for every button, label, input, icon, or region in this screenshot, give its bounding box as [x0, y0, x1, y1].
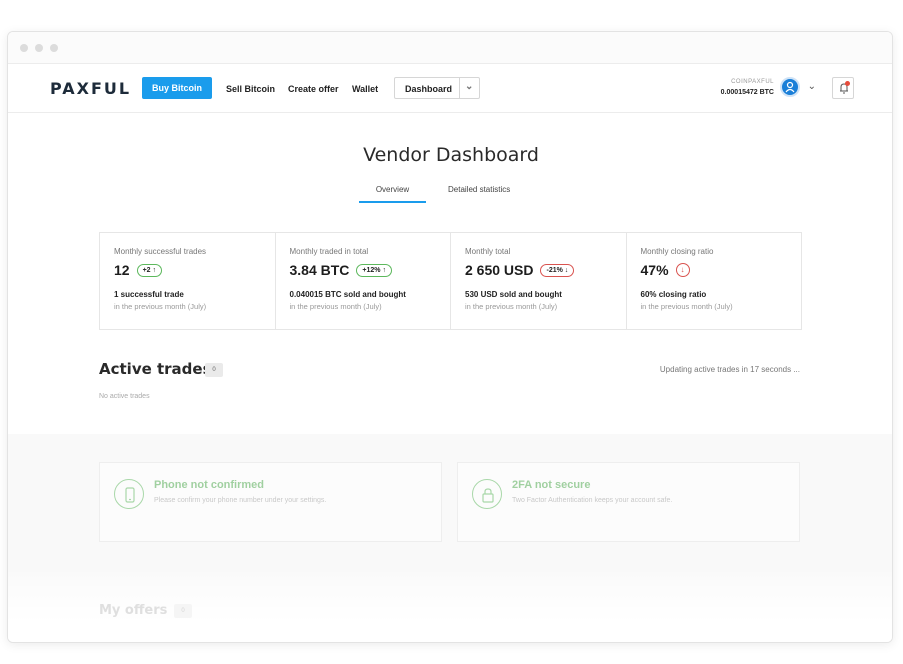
dropdown-divider [459, 78, 460, 98]
page-title: Vendor Dashboard [363, 144, 539, 166]
my-offers-title: My offers [99, 603, 168, 618]
stat-period: in the previous month (July) [289, 302, 382, 311]
card-description: Please confirm your phone number under y… [154, 497, 327, 504]
stat-value-text: 47% [640, 262, 669, 278]
chevron-down-icon: ⌄ [465, 81, 474, 92]
stat-previous: 530 USD sold and bought [465, 290, 562, 299]
stat-label: Monthly traded in total [289, 247, 369, 256]
stats-panel: Monthly successful trades 12 +2 ↑ 1 succ… [99, 232, 802, 330]
create-offer-link[interactable]: Create offer [288, 84, 339, 94]
stat-previous: 0.040015 BTC sold and bought [289, 290, 406, 299]
window-dot-icon[interactable] [20, 44, 28, 52]
notifications-button[interactable] [832, 77, 854, 99]
user-avatar[interactable] [780, 77, 800, 97]
empty-state-text: No active trades [99, 393, 150, 400]
stat-previous: 60% closing ratio [640, 290, 707, 299]
change-badge: -21% ↓ [540, 263, 575, 277]
stat-card: Monthly successful trades 12 +2 ↑ 1 succ… [100, 233, 276, 329]
my-offers-count: 0 [174, 604, 192, 618]
browser-window: PAXFUL Buy Bitcoin Sell Bitcoin Create o… [7, 31, 893, 643]
sell-bitcoin-link[interactable]: Sell Bitcoin [226, 84, 275, 94]
stat-label: Monthly successful trades [114, 247, 207, 256]
2fa-warning-card[interactable]: 2FA not secure Two Factor Authentication… [457, 462, 800, 542]
tab-overview[interactable]: Overview [359, 185, 426, 203]
stat-period: in the previous month (July) [640, 302, 733, 311]
update-countdown: Updating active trades in 17 seconds ... [659, 365, 800, 374]
stat-label: Monthly closing ratio [640, 247, 714, 256]
stat-label: Monthly total [465, 247, 511, 256]
stat-period: in the previous month (July) [114, 302, 207, 311]
arrow-down-icon: ↓ [675, 263, 690, 277]
username: COINPAXFUL [731, 79, 774, 85]
window-dot-icon[interactable] [50, 44, 58, 52]
window-dot-icon[interactable] [35, 44, 43, 52]
stat-previous: 1 successful trade [114, 290, 184, 299]
card-title: Phone not confirmed [154, 479, 264, 491]
stat-value: 3.84 BTC +12% ↑ [290, 262, 437, 278]
dashboard-dropdown[interactable]: Dashboard ⌄ [394, 77, 480, 99]
top-navigation: PAXFUL Buy Bitcoin Sell Bitcoin Create o… [8, 65, 892, 113]
stat-value-text: 3.84 BTC [289, 262, 350, 278]
stat-value: 47% ↓ [641, 262, 788, 278]
stat-value: 2 650 USD -21% ↓ [465, 262, 612, 278]
change-badge: +2 ↑ [136, 263, 163, 277]
window-titlebar [8, 32, 892, 64]
stat-period: in the previous month (July) [465, 302, 558, 311]
wallet-balance: 0.00015472 BTC [720, 89, 774, 96]
active-trades-count: 0 [205, 363, 223, 377]
phone-warning-card[interactable]: Phone not confirmed Please confirm your … [99, 462, 442, 542]
buy-bitcoin-button[interactable]: Buy Bitcoin [142, 77, 212, 99]
stat-card: Monthly total 2 650 USD -21% ↓ 530 USD s… [451, 233, 627, 329]
stat-value-text: 12 [114, 262, 130, 278]
card-description: Two Factor Authentication keeps your acc… [512, 497, 673, 504]
stat-value: 12 +2 ↑ [114, 262, 261, 278]
card-title: 2FA not secure [512, 479, 591, 491]
stat-card: Monthly closing ratio 47% ↓ 60% closing … [627, 233, 802, 329]
tab-detailed-statistics[interactable]: Detailed statistics [448, 185, 510, 203]
notification-dot [845, 81, 850, 86]
active-trades-title: Active trades [99, 360, 212, 378]
stat-value-text: 2 650 USD [465, 262, 534, 278]
lock-icon [472, 479, 502, 509]
user-menu-chevron-icon[interactable]: ⌄ [808, 81, 816, 92]
wallet-link[interactable]: Wallet [352, 84, 378, 94]
phone-icon [114, 479, 144, 509]
stat-card: Monthly traded in total 3.84 BTC +12% ↑ … [276, 233, 451, 329]
dashboard-dropdown-label: Dashboard [405, 84, 453, 94]
user-icon [785, 81, 795, 93]
change-badge: +12% ↑ [356, 263, 392, 277]
paxful-logo[interactable]: PAXFUL [50, 79, 131, 98]
